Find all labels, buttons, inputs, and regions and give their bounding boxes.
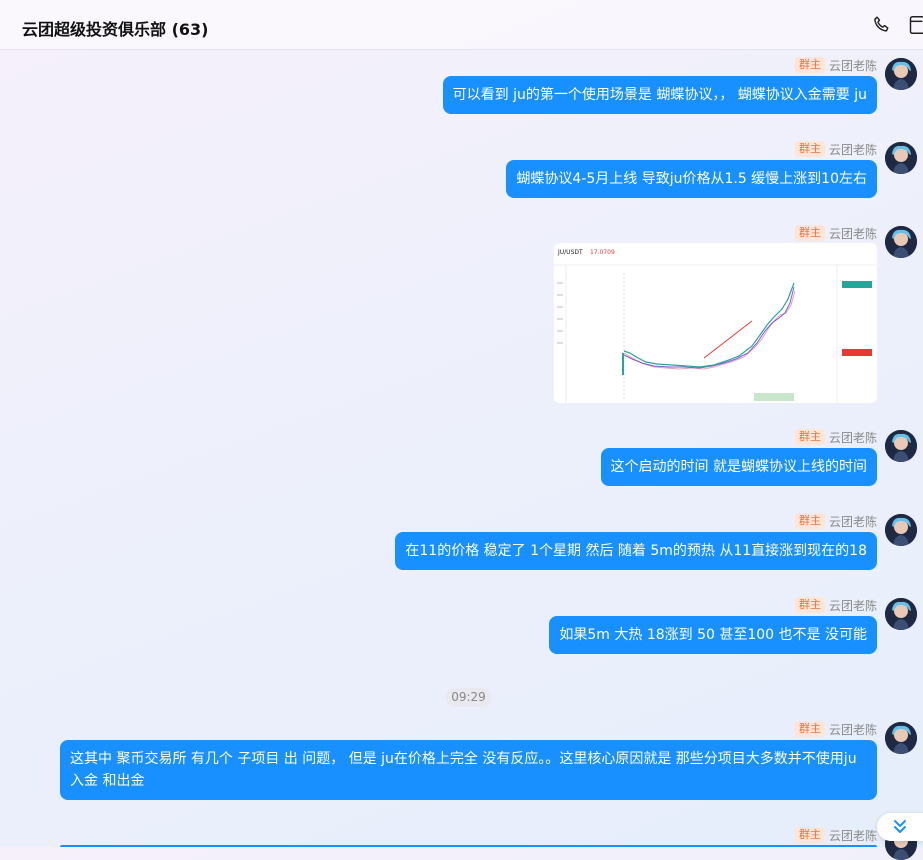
message-bubble[interactable]: 蝴蝶协议4-5月上线 导致ju价格从1.5 缓慢上涨到10左右 xyxy=(506,160,877,198)
sender-name: 云团老陈 xyxy=(829,57,877,74)
sender-meta: 群主 云团老陈 xyxy=(795,596,877,614)
sender-name: 云团老陈 xyxy=(829,141,877,158)
sender-name: 云团老陈 xyxy=(829,721,877,738)
owner-badge: 群主 xyxy=(795,597,825,613)
sender-name: 云团老陈 xyxy=(829,225,877,242)
sender-meta: 群主 云团老陈 xyxy=(795,720,877,738)
message-bubble[interactable]: 在11的价格 稳定了 1个星期 然后 随着 5m的预热 从11直接涨到现在的18 xyxy=(395,532,877,570)
chart-pair: JU/USDT xyxy=(557,249,583,256)
sender-meta: 群主 云团老陈 xyxy=(795,428,877,446)
message-bubble[interactable]: 可以看到 ju的第一个使用场景是 蝴蝶协议，， 蝴蝶协议入金需要 ju xyxy=(443,76,877,114)
owner-badge: 群主 xyxy=(795,513,825,529)
avatar[interactable] xyxy=(885,226,917,258)
owner-badge: 群主 xyxy=(795,57,825,73)
scroll-to-bottom-button[interactable] xyxy=(877,813,923,841)
avatar[interactable] xyxy=(885,430,917,462)
time-divider: 09:29 xyxy=(446,688,491,707)
avatar[interactable] xyxy=(885,58,917,90)
sender-name: 云团老陈 xyxy=(829,827,877,844)
owner-badge: 群主 xyxy=(795,225,825,241)
sender-name: 云团老陈 xyxy=(829,513,877,530)
sender-meta: 群主 云团老陈 xyxy=(795,140,877,158)
sender-name: 云团老陈 xyxy=(829,597,877,614)
phone-icon[interactable] xyxy=(871,14,893,36)
chat-header: 云团超级投资俱乐部 (63) xyxy=(0,0,923,50)
sender-meta: 群主 云团老陈 xyxy=(795,512,877,530)
group-title: 云团超级投资俱乐部 (63) xyxy=(22,16,208,40)
avatar[interactable] xyxy=(885,722,917,754)
message-bubble[interactable]: 如果5m 大热 18涨到 50 甚至100 也不是 没可能 xyxy=(549,616,877,654)
chart-thumbnail: JU/USDT 17.0709 xyxy=(554,243,877,403)
avatar[interactable] xyxy=(885,514,917,546)
chart-price: 17.0709 xyxy=(590,249,615,256)
owner-badge: 群主 xyxy=(795,721,825,737)
chart-image-message[interactable]: JU/USDT 17.0709 xyxy=(554,243,877,403)
owner-badge: 群主 xyxy=(795,141,825,157)
sender-name: 云团老陈 xyxy=(829,429,877,446)
owner-badge: 群主 xyxy=(795,429,825,445)
avatar[interactable] xyxy=(885,142,917,174)
sender-meta: 群主 云团老陈 xyxy=(795,56,877,74)
message-bubble[interactable]: 这个启动的时间 就是蝴蝶协议上线的时间 xyxy=(601,448,877,486)
sender-meta: 群主 云团老陈 xyxy=(795,224,877,242)
avatar[interactable] xyxy=(885,598,917,630)
owner-badge: 群主 xyxy=(795,827,825,843)
message-bubble[interactable]: 这其中 聚币交易所 有几个 子项目 出 问题， 但是 ju在价格上完全 没有反应… xyxy=(60,740,877,800)
double-chevron-down-icon xyxy=(877,813,923,841)
sender-meta: 群主 云团老陈 xyxy=(795,826,877,844)
window-icon[interactable] xyxy=(909,14,923,36)
